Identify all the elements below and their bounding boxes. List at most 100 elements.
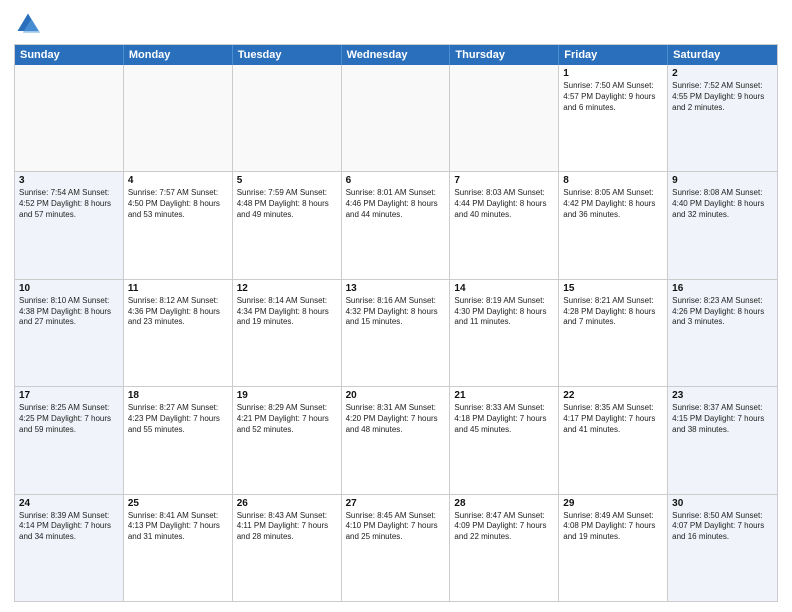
day-cell-18: 18Sunrise: 8:27 AM Sunset: 4:23 PM Dayli… (124, 387, 233, 493)
calendar-row-3: 10 Sunrise: 8:10 AM Sunset: 4:38 PM Dayli… (15, 279, 777, 386)
empty-cell (233, 65, 342, 171)
calendar-row-4: 17Sunrise: 8:25 AM Sunset: 4:25 PM Dayli… (15, 386, 777, 493)
cell-info: Sunrise: 8:10 AM Sunset: 4:38 PM Dayligh… (19, 296, 119, 328)
day-number: 2 (672, 68, 773, 79)
calendar-row-2: 3 Sunrise: 7:54 AM Sunset: 4:52 PM Daylig… (15, 171, 777, 278)
cell-info: Sunrise: 8:49 AM Sunset: 4:08 PM Dayligh… (563, 511, 663, 543)
day-number: 9 (672, 175, 773, 186)
day-number: 14 (454, 283, 554, 294)
day-number: 13 (346, 283, 446, 294)
day-cell-29: 29 Sunrise: 8:49 AM Sunset: 4:08 PM Dayli… (559, 495, 668, 601)
cell-info: Sunrise: 8:39 AM Sunset: 4:14 PM Dayligh… (19, 511, 119, 543)
cell-info: Sunrise: 7:52 AM Sunset: 4:55 PM Dayligh… (672, 81, 773, 113)
day-cell-28: 28 Sunrise: 8:47 AM Sunset: 4:09 PM Dayli… (450, 495, 559, 601)
day-number: 15 (563, 283, 663, 294)
day-number: 27 (346, 498, 446, 509)
day-number: 10 (19, 283, 119, 294)
day-number: 1 (563, 68, 663, 79)
day-number: 8 (563, 175, 663, 186)
header-cell-sunday: Sunday (15, 45, 124, 65)
page: SundayMondayTuesdayWednesdayThursdayFrid… (0, 0, 792, 612)
cell-info: Sunrise: 8:47 AM Sunset: 4:09 PM Dayligh… (454, 511, 554, 543)
day-number: 22 (563, 390, 663, 401)
logo (14, 10, 46, 38)
day-number: 4 (128, 175, 228, 186)
empty-cell (450, 65, 559, 171)
day-cell-22: 22Sunrise: 8:35 AM Sunset: 4:17 PM Dayli… (559, 387, 668, 493)
day-cell-4: 4Sunrise: 7:57 AM Sunset: 4:50 PM Daylig… (124, 172, 233, 278)
day-number: 6 (346, 175, 446, 186)
day-cell-21: 21Sunrise: 8:33 AM Sunset: 4:18 PM Dayli… (450, 387, 559, 493)
header (14, 10, 778, 38)
header-cell-saturday: Saturday (668, 45, 777, 65)
day-cell-26: 26 Sunrise: 8:43 AM Sunset: 4:11 PM Dayli… (233, 495, 342, 601)
day-cell-25: 25 Sunrise: 8:41 AM Sunset: 4:13 PM Dayli… (124, 495, 233, 601)
day-number: 23 (672, 390, 773, 401)
cell-info: Sunrise: 8:33 AM Sunset: 4:18 PM Dayligh… (454, 403, 554, 435)
day-number: 12 (237, 283, 337, 294)
day-cell-17: 17Sunrise: 8:25 AM Sunset: 4:25 PM Dayli… (15, 387, 124, 493)
cell-info: Sunrise: 8:21 AM Sunset: 4:28 PM Dayligh… (563, 296, 663, 328)
day-cell-3: 3 Sunrise: 7:54 AM Sunset: 4:52 PM Daylig… (15, 172, 124, 278)
header-cell-thursday: Thursday (450, 45, 559, 65)
day-number: 16 (672, 283, 773, 294)
calendar-header: SundayMondayTuesdayWednesdayThursdayFrid… (15, 45, 777, 65)
day-number: 28 (454, 498, 554, 509)
day-number: 5 (237, 175, 337, 186)
cell-info: Sunrise: 8:16 AM Sunset: 4:32 PM Dayligh… (346, 296, 446, 328)
cell-info: Sunrise: 8:12 AM Sunset: 4:36 PM Dayligh… (128, 296, 228, 328)
day-cell-23: 23 Sunrise: 8:37 AM Sunset: 4:15 PM Dayli… (668, 387, 777, 493)
cell-info: Sunrise: 8:23 AM Sunset: 4:26 PM Dayligh… (672, 296, 773, 328)
cell-info: Sunrise: 8:43 AM Sunset: 4:11 PM Dayligh… (237, 511, 337, 543)
day-cell-14: 14 Sunrise: 8:19 AM Sunset: 4:30 PM Dayli… (450, 280, 559, 386)
empty-cell (15, 65, 124, 171)
day-cell-20: 20 Sunrise: 8:31 AM Sunset: 4:20 PM Dayli… (342, 387, 451, 493)
cell-info: Sunrise: 7:50 AM Sunset: 4:57 PM Dayligh… (563, 81, 663, 113)
day-number: 29 (563, 498, 663, 509)
calendar-body: 1 Sunrise: 7:50 AM Sunset: 4:57 PM Daylig… (15, 65, 777, 601)
cell-info: Sunrise: 8:14 AM Sunset: 4:34 PM Dayligh… (237, 296, 337, 328)
day-number: 25 (128, 498, 228, 509)
day-cell-24: 24 Sunrise: 8:39 AM Sunset: 4:14 PM Dayli… (15, 495, 124, 601)
empty-cell (342, 65, 451, 171)
cell-info: Sunrise: 8:03 AM Sunset: 4:44 PM Dayligh… (454, 188, 554, 220)
day-cell-13: 13 Sunrise: 8:16 AM Sunset: 4:32 PM Dayli… (342, 280, 451, 386)
day-cell-7: 7 Sunrise: 8:03 AM Sunset: 4:44 PM Daylig… (450, 172, 559, 278)
logo-icon (14, 10, 42, 38)
day-number: 20 (346, 390, 446, 401)
empty-cell (124, 65, 233, 171)
day-cell-8: 8 Sunrise: 8:05 AM Sunset: 4:42 PM Daylig… (559, 172, 668, 278)
calendar-row-5: 24 Sunrise: 8:39 AM Sunset: 4:14 PM Dayli… (15, 494, 777, 601)
cell-info: Sunrise: 8:37 AM Sunset: 4:15 PM Dayligh… (672, 403, 773, 435)
cell-info: Sunrise: 7:54 AM Sunset: 4:52 PM Dayligh… (19, 188, 119, 220)
day-cell-6: 6 Sunrise: 8:01 AM Sunset: 4:46 PM Daylig… (342, 172, 451, 278)
cell-info: Sunrise: 8:25 AM Sunset: 4:25 PM Dayligh… (19, 403, 119, 435)
cell-info: Sunrise: 8:27 AM Sunset: 4:23 PM Dayligh… (128, 403, 228, 435)
day-number: 19 (237, 390, 337, 401)
cell-info: Sunrise: 8:45 AM Sunset: 4:10 PM Dayligh… (346, 511, 446, 543)
cell-info: Sunrise: 8:05 AM Sunset: 4:42 PM Dayligh… (563, 188, 663, 220)
header-cell-tuesday: Tuesday (233, 45, 342, 65)
day-cell-12: 12 Sunrise: 8:14 AM Sunset: 4:34 PM Dayli… (233, 280, 342, 386)
day-cell-30: 30Sunrise: 8:50 AM Sunset: 4:07 PM Dayli… (668, 495, 777, 601)
day-cell-2: 2 Sunrise: 7:52 AM Sunset: 4:55 PM Daylig… (668, 65, 777, 171)
day-number: 30 (672, 498, 773, 509)
day-cell-10: 10 Sunrise: 8:10 AM Sunset: 4:38 PM Dayli… (15, 280, 124, 386)
day-number: 7 (454, 175, 554, 186)
cell-info: Sunrise: 7:59 AM Sunset: 4:48 PM Dayligh… (237, 188, 337, 220)
day-number: 3 (19, 175, 119, 186)
day-cell-11: 11 Sunrise: 8:12 AM Sunset: 4:36 PM Dayli… (124, 280, 233, 386)
day-number: 26 (237, 498, 337, 509)
day-number: 11 (128, 283, 228, 294)
cell-info: Sunrise: 8:01 AM Sunset: 4:46 PM Dayligh… (346, 188, 446, 220)
cell-info: Sunrise: 8:19 AM Sunset: 4:30 PM Dayligh… (454, 296, 554, 328)
day-cell-19: 19Sunrise: 8:29 AM Sunset: 4:21 PM Dayli… (233, 387, 342, 493)
day-cell-27: 27 Sunrise: 8:45 AM Sunset: 4:10 PM Dayli… (342, 495, 451, 601)
day-cell-9: 9Sunrise: 8:08 AM Sunset: 4:40 PM Daylig… (668, 172, 777, 278)
day-number: 24 (19, 498, 119, 509)
day-cell-15: 15 Sunrise: 8:21 AM Sunset: 4:28 PM Dayli… (559, 280, 668, 386)
header-cell-wednesday: Wednesday (342, 45, 451, 65)
cell-info: Sunrise: 8:31 AM Sunset: 4:20 PM Dayligh… (346, 403, 446, 435)
cell-info: Sunrise: 8:41 AM Sunset: 4:13 PM Dayligh… (128, 511, 228, 543)
calendar-row-1: 1 Sunrise: 7:50 AM Sunset: 4:57 PM Daylig… (15, 65, 777, 171)
